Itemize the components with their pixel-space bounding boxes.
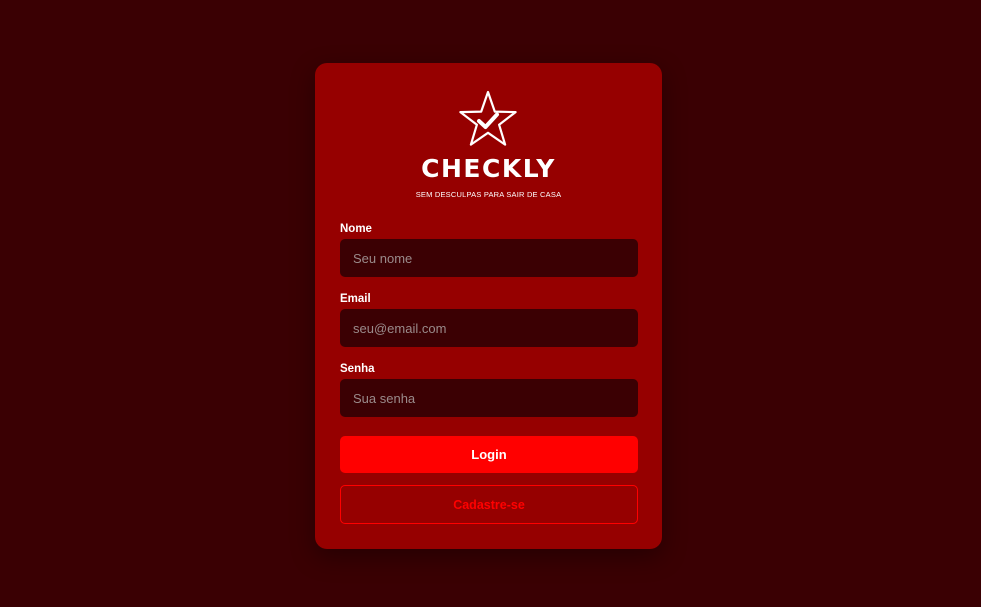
brand-name: CHECKLY	[421, 154, 556, 183]
email-label: Email	[340, 293, 371, 305]
login-card: CHECKLY SEM DESCULPAS PARA SAIR DE CASA …	[315, 63, 662, 549]
name-field[interactable]	[340, 239, 638, 277]
name-label: Nome	[340, 223, 372, 235]
login-button[interactable]: Login	[340, 436, 638, 473]
star-check-icon	[459, 90, 517, 146]
password-field[interactable]	[340, 379, 638, 417]
email-field[interactable]	[340, 309, 638, 347]
brand-tagline: SEM DESCULPAS PARA SAIR DE CASA	[415, 190, 562, 199]
password-label: Senha	[340, 363, 375, 375]
register-button[interactable]: Cadastre-se	[340, 485, 638, 524]
